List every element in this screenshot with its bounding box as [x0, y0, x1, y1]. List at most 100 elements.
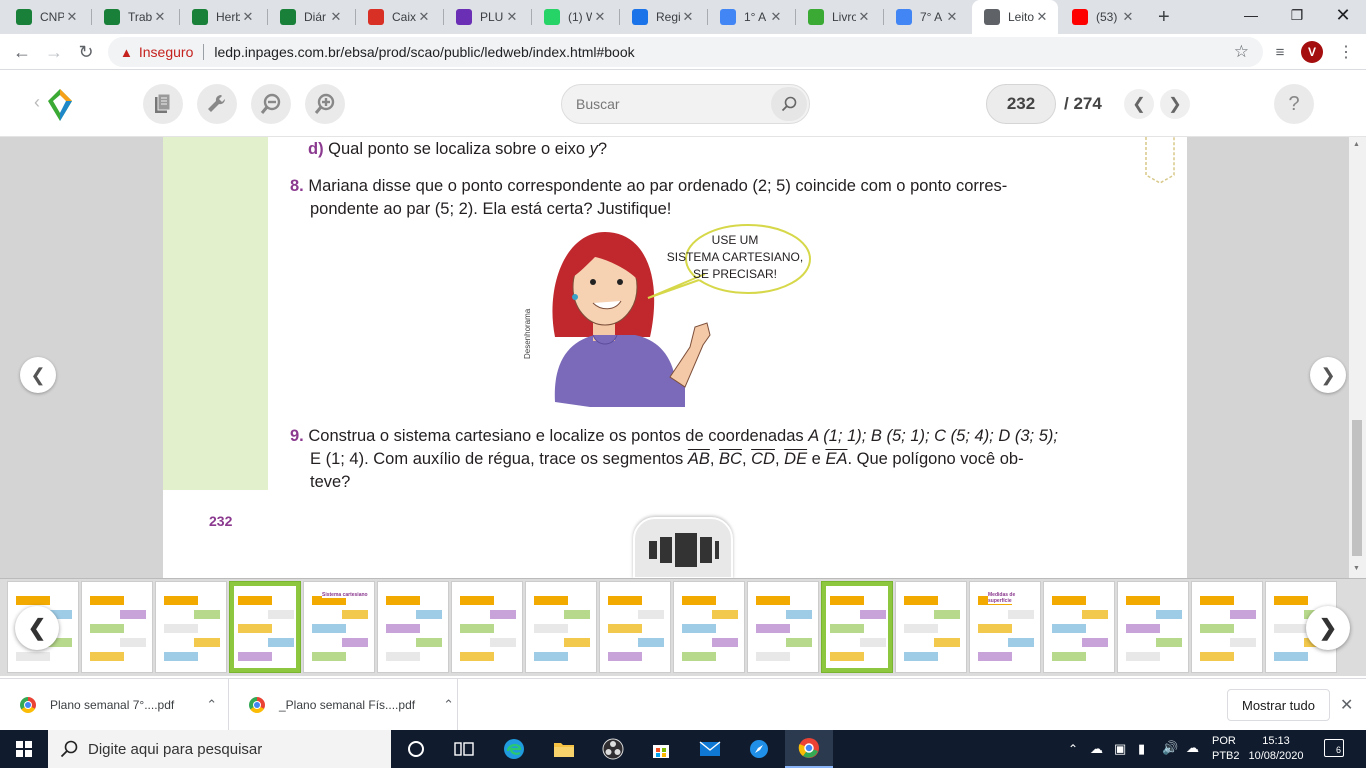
help-button[interactable]: ? [1274, 84, 1314, 124]
close-tab-icon[interactable]: ✕ [1034, 9, 1050, 25]
close-tab-icon[interactable]: ✕ [768, 9, 784, 25]
reload-icon[interactable]: ↻ [72, 38, 100, 66]
search-button[interactable] [771, 87, 807, 121]
close-tab-icon[interactable]: ✕ [64, 9, 80, 25]
close-tab-icon[interactable]: ✕ [944, 9, 960, 25]
browser-tab[interactable]: CNP ✕ [4, 0, 88, 34]
scroll-up-icon[interactable]: ▲ [1353, 141, 1360, 148]
obs-icon[interactable] [589, 730, 637, 768]
volume-icon[interactable]: 🔊 [1162, 740, 1178, 756]
clock[interactable]: 15:13 10/08/2020 [1248, 734, 1304, 764]
zoom-out-button[interactable] [251, 84, 291, 124]
tray-chevron-icon[interactable]: ⌃ [1068, 742, 1078, 756]
browser-tab[interactable]: Caix ✕ [356, 0, 440, 34]
network-icon[interactable]: ▣ [1114, 741, 1126, 757]
page-thumbnail[interactable] [1191, 581, 1263, 673]
thumbnails-next-button[interactable]: ❯ [1306, 606, 1350, 650]
close-tab-icon[interactable]: ✕ [504, 9, 520, 25]
download-item[interactable]: Plano semanal 7°....pdf ⌃ [0, 679, 229, 731]
thumbnails-previous-button[interactable]: ❮ [15, 606, 59, 650]
page-thumbnail[interactable]: Sistema cartesiano [303, 581, 375, 673]
store-icon[interactable] [637, 730, 685, 768]
thumbnail-toggle[interactable] [633, 517, 733, 579]
page-thumbnail[interactable] [673, 581, 745, 673]
close-tab-icon[interactable]: ✕ [328, 9, 344, 25]
close-tab-icon[interactable]: ✕ [416, 9, 432, 25]
battery-icon[interactable]: ▮ [1138, 741, 1145, 757]
browser-tab[interactable]: Trab ✕ [92, 0, 176, 34]
browser-tab[interactable]: PLUI✕ [444, 0, 528, 34]
page-thumbnail[interactable] [747, 581, 819, 673]
minimize-icon[interactable]: — [1228, 0, 1274, 30]
close-tab-icon[interactable]: ✕ [680, 9, 696, 25]
chevron-up-icon[interactable]: ⌃ [206, 697, 217, 713]
page-thumbnail[interactable] [1043, 581, 1115, 673]
browser-tab[interactable]: 7° A ✕ [884, 0, 968, 34]
close-tab-icon[interactable]: ✕ [152, 9, 168, 25]
browser-tab[interactable]: 1° A ✕ [708, 0, 792, 34]
search-field[interactable]: Buscar [561, 84, 810, 124]
task-view-icon[interactable] [440, 730, 488, 768]
pages-button[interactable] [143, 84, 183, 124]
file-explorer-icon[interactable] [540, 730, 588, 768]
page-thumbnail[interactable] [599, 581, 671, 673]
previous-spread-button[interactable]: ❮ [20, 357, 56, 393]
weather-icon[interactable]: ☁ [1090, 741, 1103, 757]
page-thumbnail[interactable] [81, 581, 153, 673]
scrollbar-thumb[interactable] [1352, 420, 1362, 556]
browser-tab[interactable]: Livro ✕ [796, 0, 880, 34]
page-thumbnail[interactable] [451, 581, 523, 673]
previous-page-button[interactable]: ❮ [1124, 89, 1154, 119]
reading-list-icon[interactable]: ≡ [1266, 38, 1294, 66]
page-thumbnail[interactable] [1117, 581, 1189, 673]
bookmark-star-icon[interactable]: ☆ [1234, 42, 1249, 62]
page-thumbnail[interactable] [895, 581, 967, 673]
address-bar[interactable]: ▲ Inseguro ledp.inpages.com.br/ebsa/prod… [108, 37, 1263, 67]
page-thumbnail[interactable] [377, 581, 449, 673]
close-tab-icon[interactable]: ✕ [240, 9, 256, 25]
show-all-downloads-button[interactable]: Mostrar tudo [1227, 689, 1330, 721]
safari-like-icon[interactable] [735, 730, 783, 768]
new-tab-button[interactable]: + [1146, 0, 1182, 34]
taskbar-search[interactable]: Digite aqui para pesquisar [48, 730, 391, 768]
language-indicator[interactable]: POR PTB2 [1212, 734, 1240, 764]
chevron-up-icon[interactable]: ⌃ [443, 697, 454, 713]
close-tab-icon[interactable]: ✕ [1120, 9, 1136, 25]
browser-tab[interactable]: Herb ✕ [180, 0, 264, 34]
notifications-icon[interactable]: 6 [1324, 739, 1344, 757]
page-thumbnail[interactable] [525, 581, 597, 673]
browser-tab[interactable]: Regi ✕ [620, 0, 704, 34]
edge-icon[interactable] [490, 730, 538, 768]
bookmark-ribbon-icon[interactable] [1145, 137, 1175, 185]
browser-tab[interactable]: (1) W ✕ [532, 0, 616, 34]
next-spread-button[interactable]: ❯ [1310, 357, 1346, 393]
mail-icon[interactable] [686, 730, 734, 768]
close-downloads-icon[interactable]: ✕ [1340, 695, 1353, 715]
tools-button[interactable] [197, 84, 237, 124]
browser-tab[interactable]: Leito ✕ [972, 0, 1058, 34]
page-scrollbar[interactable]: ▲ ▼ [1349, 137, 1366, 578]
close-tab-icon[interactable]: ✕ [856, 9, 872, 25]
windows-start-button[interactable] [0, 730, 48, 768]
page-thumbnail[interactable] [155, 581, 227, 673]
maximize-icon[interactable]: ❐ [1274, 0, 1320, 30]
onedrive-icon[interactable]: ☁ [1186, 740, 1199, 756]
back-icon[interactable]: ← [8, 38, 36, 66]
browser-tab[interactable]: Diár ✕ [268, 0, 352, 34]
page-thumbnail[interactable] [229, 581, 301, 673]
chrome-taskbar-icon[interactable] [785, 730, 833, 768]
page-thumbnail[interactable]: Medidas de superfície [969, 581, 1041, 673]
next-page-button[interactable]: ❯ [1160, 89, 1190, 119]
browser-tab[interactable]: (53) ✕ [1060, 0, 1144, 34]
page-thumbnail[interactable] [821, 581, 893, 673]
scroll-down-icon[interactable]: ▼ [1353, 565, 1360, 572]
menu-dots-icon[interactable]: ⋮ [1332, 38, 1360, 66]
download-item[interactable]: _Plano semanal Fís....pdf ⌃ [229, 679, 458, 731]
close-window-icon[interactable]: ✕ [1320, 0, 1366, 30]
forward-icon[interactable]: → [40, 38, 68, 66]
zoom-in-button[interactable] [305, 84, 345, 124]
close-tab-icon[interactable]: ✕ [592, 9, 608, 25]
collapse-chevron-icon[interactable]: ‹ [34, 92, 40, 113]
cortana-icon[interactable] [392, 730, 440, 768]
profile-avatar[interactable]: V [1301, 41, 1323, 63]
